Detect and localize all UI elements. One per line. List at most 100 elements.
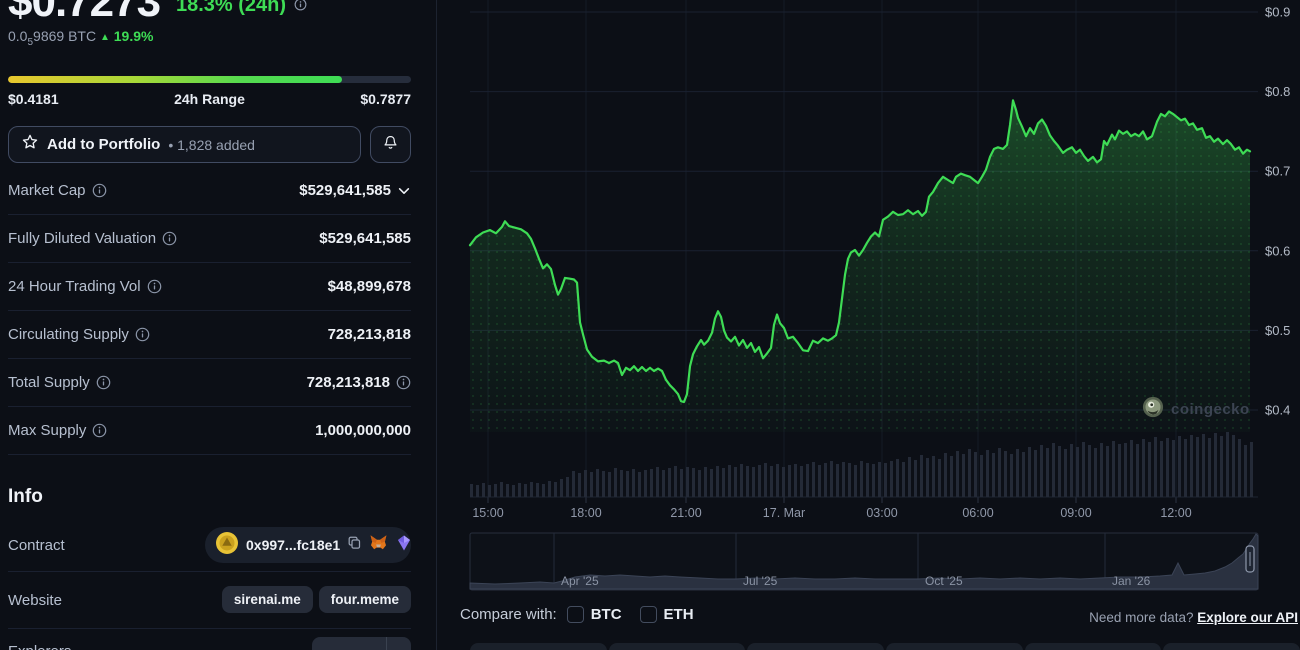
btc-checkbox[interactable] — [567, 606, 584, 623]
website-links: sirenai.me four.meme — [8, 586, 411, 613]
info-icon — [294, 0, 307, 16]
svg-text:$0.9: $0.9 — [1265, 5, 1290, 20]
stat-row-max-supply: Max Supply 1,000,000,000 — [8, 407, 411, 455]
stat-value: 728,213,818 — [307, 374, 390, 391]
contract-label: Contract — [8, 537, 65, 554]
stat-row-market-cap: Market Cap $529,641,585 — [8, 167, 411, 215]
coingecko-coin-page: $0.7273 18.3% (24h) 0.059869 BTC ▲ 19.9%… — [0, 0, 1300, 650]
token-logo-icon — [215, 531, 239, 560]
wallet-gem-icon[interactable] — [395, 534, 413, 557]
btc-price-row: 0.059869 BTC ▲ 19.9% — [8, 28, 153, 48]
website-link-fourmeme[interactable]: four.meme — [319, 586, 411, 613]
btc-change: ▲ 19.9% — [100, 28, 154, 44]
divider — [8, 628, 411, 629]
chart-range-navigator[interactable]: Apr '25 Jul '25 Oct '25 Jan '26 — [470, 533, 1258, 590]
svg-text:17. Mar: 17. Mar — [763, 506, 805, 520]
up-triangle-icon: ▲ — [100, 32, 110, 43]
svg-text:21:00: 21:00 — [670, 506, 701, 520]
eth-checkbox[interactable] — [640, 606, 657, 623]
price-chart[interactable]: $0.9 $0.8 $0.7 $0.6 $0.5 $0.4 15:00 18:00 21:00 1… — [437, 0, 1300, 650]
price-series — [470, 100, 1250, 432]
svg-text:Oct '25: Oct '25 — [925, 574, 963, 588]
range-bar — [8, 76, 411, 83]
coin-summary-sidebar: $0.7273 18.3% (24h) 0.059869 BTC ▲ 19.9%… — [0, 0, 437, 650]
btc-price-value: 9869 BTC — [33, 28, 96, 44]
metamask-icon[interactable] — [369, 533, 388, 557]
chevron-down-icon — [387, 637, 411, 650]
stat-label: Total Supply — [8, 374, 90, 391]
explorer-select-button[interactable] — [312, 637, 411, 650]
svg-text:$0.8: $0.8 — [1265, 84, 1290, 99]
table-tab[interactable] — [747, 643, 884, 650]
stat-row-volume: 24 Hour Trading Vol $48,899,678 — [8, 263, 411, 311]
stat-row-circulating-supply: Circulating Supply 728,213,818 — [8, 311, 411, 359]
info-icon — [96, 375, 111, 390]
coin-price: $0.7273 — [8, 0, 160, 24]
compare-row: Compare with: BTC ETH — [460, 606, 702, 623]
info-icon — [147, 279, 162, 294]
explore-api-link[interactable]: Explore our API — [1197, 610, 1298, 625]
svg-text:Jan '26: Jan '26 — [1112, 574, 1151, 588]
compare-label: Compare with: — [460, 606, 557, 623]
range-bar-fill — [8, 76, 342, 83]
star-icon — [21, 133, 39, 156]
svg-text:$0.7: $0.7 — [1265, 164, 1290, 179]
website-link-sirenai[interactable]: sirenai.me — [222, 586, 313, 613]
api-promo: Need more data? Explore our API — [1089, 610, 1298, 625]
explorers-label: Explorers — [8, 643, 71, 650]
table-tab[interactable] — [1025, 643, 1162, 650]
contract-address: 0x997...fc18e1 — [246, 537, 340, 553]
svg-text:12:00: 12:00 — [1160, 506, 1191, 520]
price-chart-panel: $0.9 $0.8 $0.7 $0.6 $0.5 $0.4 15:00 18:00 21:00 1… — [437, 0, 1300, 650]
stat-row-total-supply: Total Supply 728,213,818 — [8, 359, 411, 407]
stat-label: 24 Hour Trading Vol — [8, 278, 141, 295]
price-change-24h: 18.3% (24h) — [176, 0, 286, 15]
info-section-title: Info — [8, 486, 43, 508]
price-alert-button[interactable] — [370, 126, 411, 163]
copy-icon[interactable] — [347, 535, 362, 555]
range-title: 24h Range — [174, 91, 245, 107]
chevron-down-icon[interactable] — [397, 184, 411, 198]
stat-label: Circulating Supply — [8, 326, 129, 343]
svg-text:06:00: 06:00 — [962, 506, 993, 520]
stat-label: Market Cap — [8, 182, 86, 199]
svg-text:18:00: 18:00 — [570, 506, 601, 520]
coingecko-watermark: coingecko — [1142, 396, 1250, 423]
info-icon — [396, 375, 411, 390]
stat-row-fdv: Fully Diluted Valuation $529,641,585 — [8, 215, 411, 263]
table-tab[interactable] — [1163, 643, 1300, 650]
add-to-portfolio-button[interactable]: Add to Portfolio • 1,828 added — [8, 126, 361, 163]
info-icon — [135, 327, 150, 342]
coin-stats-table: Market Cap $529,641,585 Fully Diluted Va… — [8, 167, 411, 455]
table-tab[interactable] — [886, 643, 1023, 650]
svg-text:$0.6: $0.6 — [1265, 243, 1290, 258]
stat-value: $48,899,678 — [328, 278, 411, 295]
contract-address-pill[interactable]: 0x997...fc18e1 — [205, 527, 411, 563]
add-to-portfolio-label: Add to Portfolio — [47, 136, 160, 153]
compare-option-btc[interactable]: BTC — [567, 606, 622, 623]
stat-label: Max Supply — [8, 422, 86, 439]
svg-text:$0.5: $0.5 — [1265, 323, 1290, 338]
volume-bars — [470, 432, 1253, 497]
btc-price-prefix: 0.0 — [8, 28, 27, 44]
range-low: $0.4181 — [8, 91, 59, 107]
bell-icon — [382, 134, 399, 156]
svg-text:09:00: 09:00 — [1060, 506, 1091, 520]
bottom-table-header — [470, 643, 1300, 650]
svg-text:$0.4: $0.4 — [1265, 403, 1290, 418]
coingecko-logo-icon — [1142, 396, 1164, 423]
api-promo-text: Need more data? — [1089, 610, 1197, 625]
stat-label: Fully Diluted Valuation — [8, 230, 156, 247]
svg-text:15:00: 15:00 — [472, 506, 503, 520]
range-high: $0.7877 — [360, 91, 411, 107]
table-tab[interactable] — [609, 643, 746, 650]
info-icon — [162, 231, 177, 246]
range-labels: $0.4181 24h Range $0.7877 — [8, 91, 411, 107]
portfolio-count: • 1,828 added — [168, 137, 255, 153]
info-icon — [92, 183, 107, 198]
table-tab[interactable] — [470, 643, 607, 650]
svg-text:Apr '25: Apr '25 — [561, 574, 599, 588]
svg-text:Jul '25: Jul '25 — [743, 574, 778, 588]
compare-option-eth[interactable]: ETH — [640, 606, 694, 623]
svg-text:03:00: 03:00 — [866, 506, 897, 520]
